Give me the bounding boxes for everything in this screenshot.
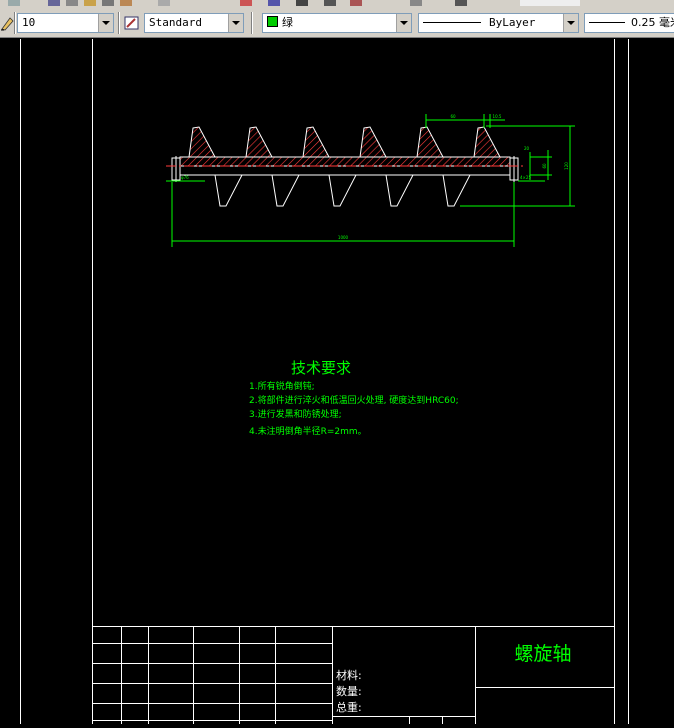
toolbar-icon[interactable]: [350, 0, 362, 6]
part-name: 螺旋轴: [514, 643, 571, 665]
tech-requirements-title: 技术要求: [291, 359, 351, 377]
toolbar-separator: [251, 12, 253, 34]
lineweight-combo[interactable]: 0.25 毫米: [584, 13, 674, 33]
tech-item: 4.未注明倒角半径R=2mm。: [249, 425, 367, 437]
weight-label: 总重:: [336, 700, 362, 714]
color-swatch: [267, 16, 278, 27]
dim-right-height: 120: [564, 162, 569, 170]
toolbar-icon[interactable]: [268, 0, 280, 6]
toolbar-icon[interactable]: [296, 0, 308, 6]
lower-flight: [328, 174, 357, 207]
toolbar-icon[interactable]: [455, 0, 467, 6]
lineweight-sample: [589, 22, 625, 23]
dim-length: 1000: [338, 235, 349, 240]
upper-flight: [359, 126, 387, 158]
text-style-icon[interactable]: [124, 15, 140, 31]
toolbar-icon[interactable]: [120, 0, 132, 6]
dim-top-b: 10.5: [493, 114, 502, 119]
dim-left-note: φ76: [181, 175, 189, 180]
dim-top-a: 60: [450, 114, 456, 119]
text-height-value: 10: [22, 16, 36, 29]
screw-shaft-drawing[interactable]: [166, 126, 526, 207]
toolbar-icon[interactable]: [324, 0, 336, 6]
upper-flight: [473, 126, 501, 158]
toolbar-icon[interactable]: [48, 0, 60, 6]
upper-flight: [188, 126, 216, 158]
tech-requirements-list: 1.所有锐角倒钝; 2.将部件进行淬火和低温回火处理, 硬度达到HRC60; 3…: [249, 380, 459, 437]
lower-flight: [442, 174, 471, 207]
chevron-down-icon[interactable]: [98, 14, 113, 32]
chevron-down-icon[interactable]: [228, 14, 243, 32]
tech-item: 3.进行发黑和防锈处理;: [249, 408, 342, 420]
dimension-texts: 60 10.5 1000 φ76 4×25 20 60 120: [181, 114, 569, 240]
text-height-combo[interactable]: 10: [17, 13, 114, 33]
linetype-sample: [423, 22, 481, 23]
chevron-down-icon[interactable]: [396, 14, 411, 32]
toolbar-icon[interactable]: [520, 0, 580, 6]
drawing-canvas[interactable]: 60 10.5 1000 φ76 4×25 20 60 120 技术要求 1.所…: [0, 39, 674, 724]
lineweight-value: 0.25 毫米: [631, 16, 674, 29]
shaft-section: [179, 156, 511, 167]
text-style-value: Standard: [149, 16, 202, 29]
toolbar-icon[interactable]: [410, 0, 422, 6]
lower-flight: [385, 174, 414, 207]
dim-right-note: 4×25: [520, 175, 531, 180]
toolbar-icon[interactable]: [84, 0, 96, 6]
toolbar-icon[interactable]: [8, 0, 20, 6]
quantity-label: 数量:: [336, 685, 362, 698]
toolbar-icon[interactable]: [102, 0, 114, 6]
dim-right-b: 60: [542, 163, 547, 169]
toolbar-separator: [14, 12, 16, 34]
toolbar-icon[interactable]: [158, 0, 170, 6]
linetype-combo[interactable]: ByLayer: [418, 13, 579, 33]
color-value: 绿: [282, 16, 293, 29]
upper-flight: [416, 126, 444, 158]
tech-item: 2.将部件进行淬火和低温回火处理, 硬度达到HRC60;: [249, 394, 459, 406]
drawing-svg: 60 10.5 1000 φ76 4×25 20 60 120 技术要求 1.所…: [20, 39, 629, 724]
dim-right-a: 20: [524, 146, 530, 151]
toolbar-icon[interactable]: [240, 0, 252, 6]
material-label: 材料:: [336, 668, 362, 682]
toolbar-separator: [118, 12, 120, 34]
linetype-value: ByLayer: [489, 16, 536, 29]
upper-flight: [245, 126, 273, 158]
lower-flight: [214, 174, 243, 207]
toolbar-icon[interactable]: [66, 0, 78, 6]
lower-flight: [271, 174, 300, 207]
text-style-combo[interactable]: Standard: [144, 13, 244, 33]
color-combo[interactable]: 绿: [262, 13, 412, 33]
upper-flight: [302, 126, 330, 158]
properties-toolbar: 10 Standard 绿 ByLayer 0.25 毫米: [0, 8, 674, 38]
tech-item: 1.所有锐角倒钝;: [249, 380, 315, 392]
shaft-body: [179, 165, 511, 176]
chevron-down-icon[interactable]: [563, 14, 578, 32]
